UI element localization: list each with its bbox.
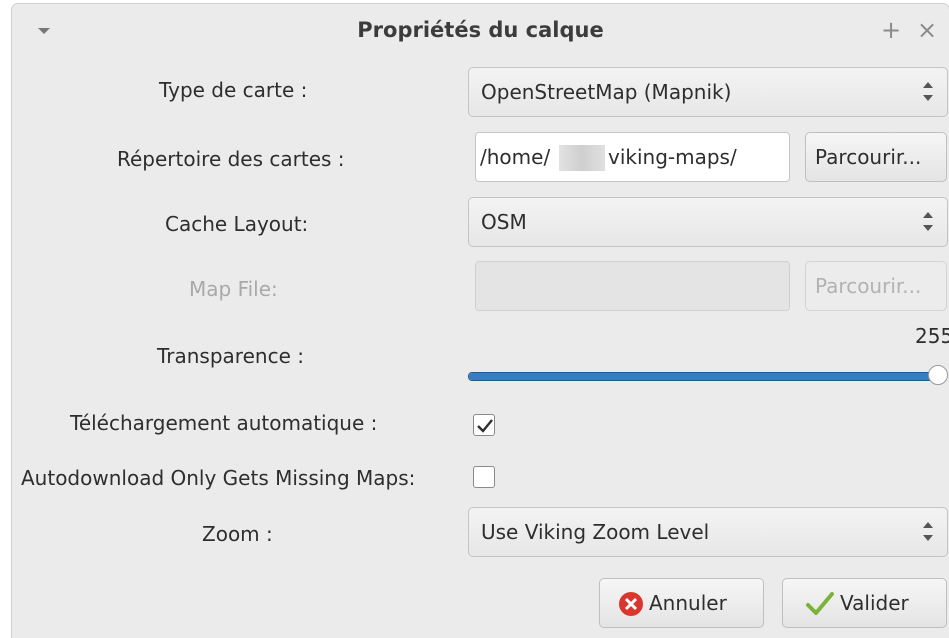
- map-type-value: OpenStreetMap (Mapnik): [481, 80, 732, 104]
- map-dir-browse-button[interactable]: Parcourir...: [805, 132, 947, 182]
- map-dir-value-prefix: /home/: [480, 145, 551, 169]
- map-type-label: Type de carte :: [159, 78, 308, 102]
- map-dir-browse-label: Parcourir...: [815, 145, 922, 169]
- ok-label: Valider: [840, 591, 909, 615]
- map-file-input[interactable]: [475, 261, 790, 311]
- transparency-value: 255: [915, 324, 949, 348]
- map-file-browse-button[interactable]: Parcourir...: [805, 261, 947, 311]
- combo-arrows-icon: [923, 518, 933, 546]
- autodownload-missing-checkbox[interactable]: [473, 466, 495, 488]
- cache-layout-label: Cache Layout:: [165, 212, 309, 236]
- transparency-label: Transparence :: [157, 344, 304, 368]
- autodownload-missing-label: Autodownload Only Gets Missing Maps:: [21, 466, 416, 490]
- ok-button[interactable]: Valider: [782, 578, 947, 628]
- auto-download-checkbox[interactable]: [473, 414, 495, 436]
- map-dir-input[interactable]: /home/ viking-maps/: [475, 132, 790, 182]
- map-file-label: Map File:: [189, 277, 278, 301]
- map-type-combo[interactable]: OpenStreetMap (Mapnik): [468, 67, 948, 117]
- redacted-path-segment: [559, 145, 605, 171]
- zoom-label: Zoom :: [202, 522, 273, 546]
- combo-arrows-icon: [923, 78, 933, 106]
- zoom-value: Use Viking Zoom Level: [481, 520, 710, 544]
- map-dir-label: Répertoire des cartes :: [117, 147, 345, 171]
- cancel-button[interactable]: Annuler: [599, 578, 764, 628]
- cancel-label: Annuler: [649, 591, 727, 615]
- transparency-slider-fill: [469, 373, 939, 380]
- dialog-title: Propriétés du calque: [357, 18, 604, 42]
- checkmark-icon: [477, 419, 493, 433]
- auto-download-label: Téléchargement automatique :: [70, 411, 378, 435]
- zoom-combo[interactable]: Use Viking Zoom Level: [468, 507, 948, 557]
- cache-layout-combo[interactable]: OSM: [468, 197, 948, 247]
- map-dir-value-suffix: viking-maps/: [608, 145, 737, 169]
- transparency-slider-handle[interactable]: [928, 365, 948, 385]
- close-icon[interactable]: ×: [917, 16, 937, 44]
- pin-icon[interactable]: +: [881, 16, 901, 44]
- title-bar: Propriétés du calque + ×: [12, 4, 949, 62]
- map-file-browse-label: Parcourir...: [815, 274, 922, 298]
- cache-layout-value: OSM: [481, 210, 527, 234]
- layer-properties-dialog: Propriétés du calque + × Type de carte :…: [12, 4, 949, 638]
- transparency-slider[interactable]: [468, 372, 940, 381]
- checkmark-icon: [806, 592, 834, 615]
- combo-arrows-icon: [923, 208, 933, 236]
- cancel-icon: [619, 592, 643, 616]
